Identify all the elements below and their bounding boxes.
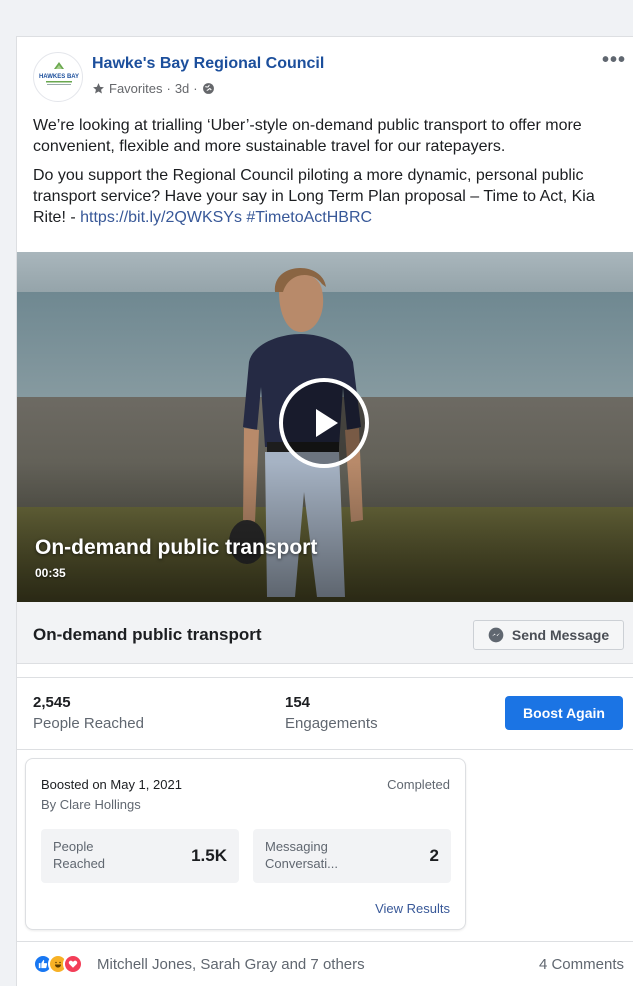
send-message-label: Send Message [511, 627, 610, 643]
people-reached-value: 2,545 [33, 694, 71, 711]
engagements-stat: 154 Engagements [285, 694, 378, 732]
cta-bar: On-demand public transport Send Message [17, 602, 633, 664]
reactions-bar: Mitchell Jones, Sarah Gray and 7 others … [17, 941, 633, 986]
post-meta: Favorites · 3d · [92, 81, 215, 96]
play-button[interactable] [279, 378, 369, 468]
post-body: We’re looking at trialling ‘Uber’-style … [33, 115, 623, 236]
metric-messaging-conversations: Messaging Conversati... 2 [253, 829, 451, 883]
love-reaction-icon [63, 954, 83, 974]
more-options-icon[interactable]: ••• [602, 49, 626, 72]
favorites-label[interactable]: Favorites [109, 81, 162, 96]
post-paragraph-2: Do you support the Regional Council pilo… [33, 165, 623, 228]
engagements-value: 154 [285, 694, 311, 711]
video-duration: 00:35 [35, 566, 66, 580]
metric-label: Messaging Conversati... [265, 839, 338, 871]
metric-value: 2 [429, 846, 439, 865]
boost-again-button[interactable]: Boost Again [505, 696, 623, 730]
play-icon [316, 409, 338, 437]
metric-people-reached: People Reached 1.5K [41, 829, 239, 883]
messenger-icon [488, 627, 504, 643]
view-results-link[interactable]: View Results [375, 901, 450, 916]
boost-summary-card: Boosted on May 1, 2021 By Clare Hollings… [25, 758, 466, 930]
send-message-button[interactable]: Send Message [473, 620, 624, 650]
metric-label: People Reached [53, 839, 106, 871]
post-link[interactable]: https://bit.ly/2QWKSYs [80, 209, 242, 226]
hbrc-logo-icon: HAWKES BAY [39, 62, 79, 85]
cta-title: On-demand public transport [33, 625, 262, 644]
post-time[interactable]: 3d [175, 81, 189, 96]
avatar-text: HAWKES BAY [39, 74, 79, 80]
post-paragraph-1: We’re looking at trialling ‘Uber’-style … [33, 117, 582, 155]
boost-by: By Clare Hollings [41, 797, 141, 812]
separator-dot: · [166, 81, 171, 96]
page-avatar[interactable]: HAWKES BAY [33, 52, 83, 102]
boost-date: Boosted on May 1, 2021 [41, 777, 182, 792]
comments-count[interactable]: 4 Comments [539, 956, 624, 973]
stats-bar: 2,545 People Reached 154 Engagements Boo… [17, 677, 633, 750]
star-icon [93, 83, 104, 94]
post-header: HAWKES BAY Hawke's Bay Regional Council … [17, 37, 633, 107]
boost-status: Completed [387, 777, 450, 792]
people-reached-stat: 2,545 People Reached [33, 694, 144, 732]
engagements-label: Engagements [285, 715, 378, 732]
page-name-link[interactable]: Hawke's Bay Regional Council [92, 55, 324, 73]
post-card: HAWKES BAY Hawke's Bay Regional Council … [16, 36, 633, 986]
separator-dot: · [193, 81, 198, 96]
video-player[interactable]: On-demand public transport 00:35 [17, 252, 633, 602]
video-title: On-demand public transport [35, 536, 318, 559]
metric-value: 1.5K [191, 846, 227, 865]
people-reached-label: People Reached [33, 715, 144, 732]
reaction-names[interactable]: Mitchell Jones, Sarah Gray and 7 others [97, 956, 365, 973]
globe-icon[interactable] [202, 82, 215, 95]
reaction-icons[interactable] [33, 954, 83, 974]
hashtag-link[interactable]: #TimetoActHBRC [246, 209, 372, 226]
